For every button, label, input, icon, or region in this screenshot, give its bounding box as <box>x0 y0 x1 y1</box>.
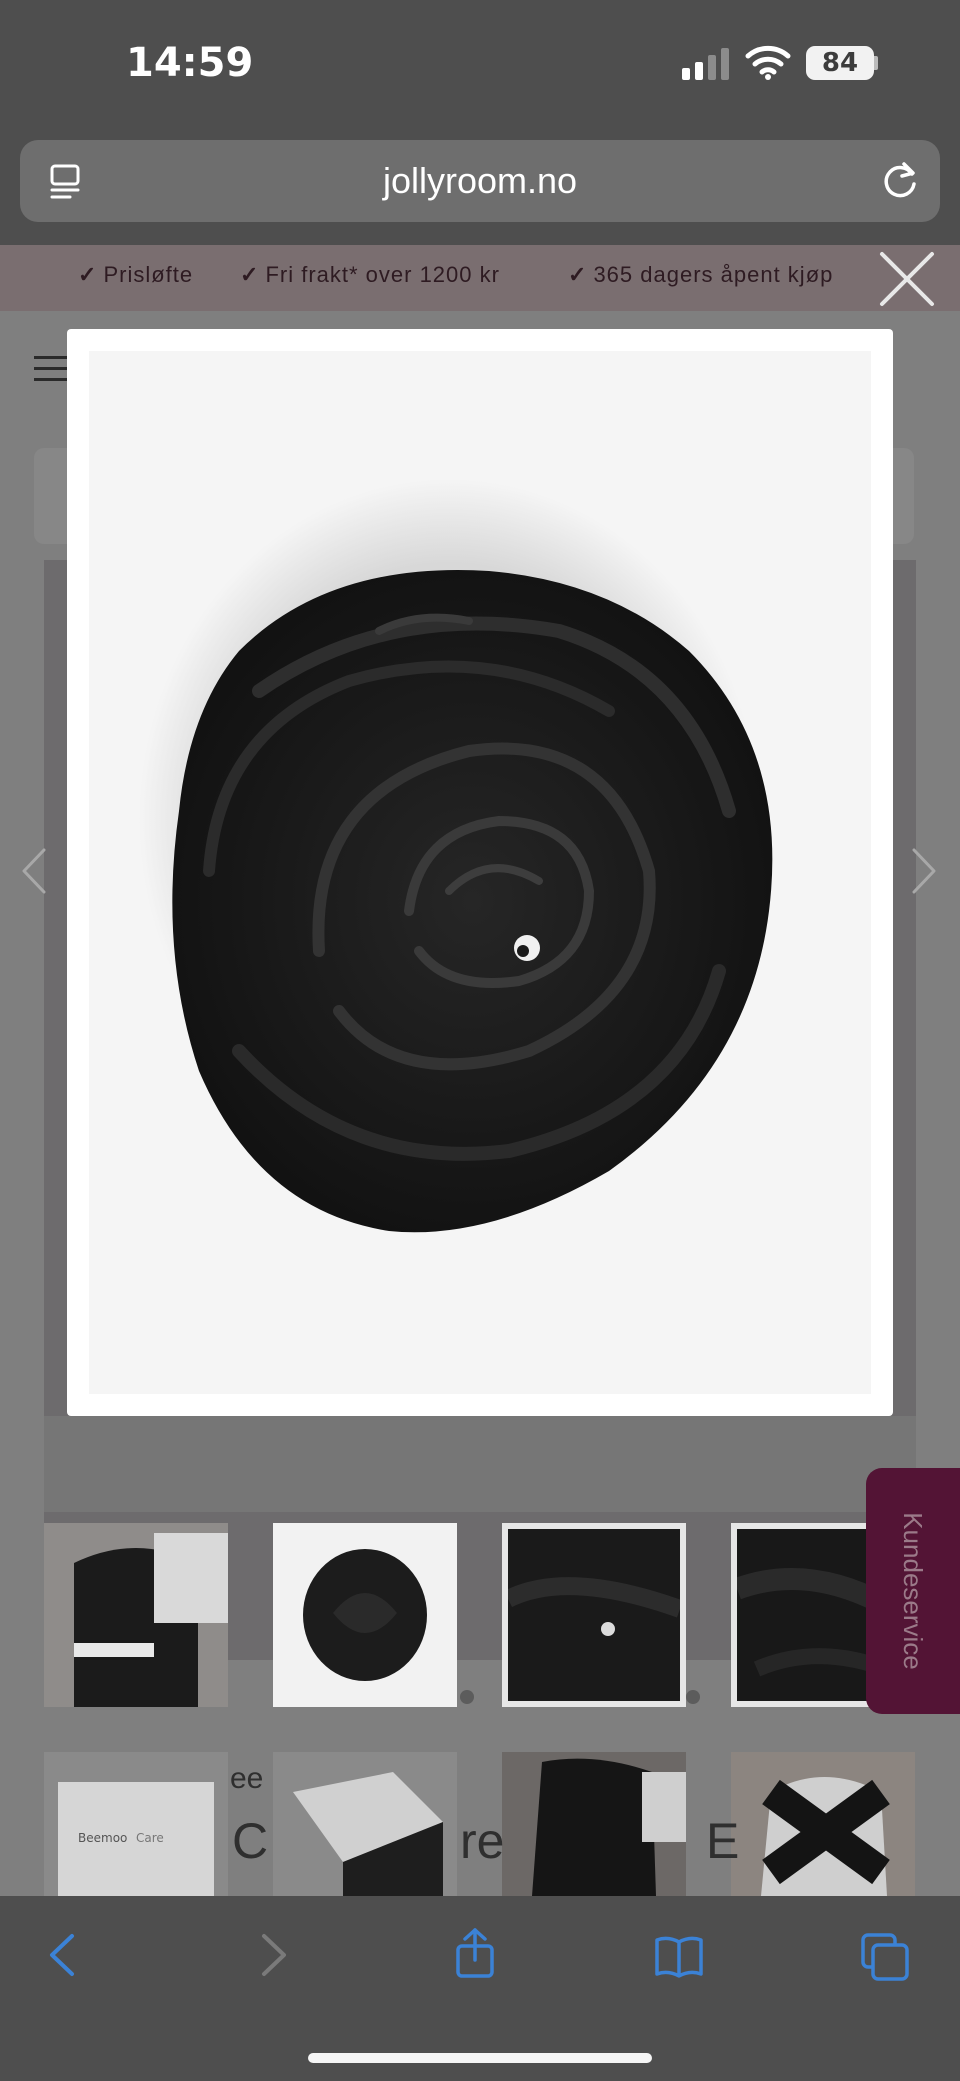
thumbnail-detail-logo[interactable] <box>502 1523 686 1707</box>
thumbnail-image <box>731 1752 915 1896</box>
status-time: 14:59 <box>126 40 254 86</box>
thumbnail-image <box>502 1752 686 1896</box>
thumbnail-image <box>508 1529 680 1701</box>
thumbnail-image: Beemoo Care <box>44 1752 228 1896</box>
thumbnail-carrier-front[interactable] <box>44 1523 228 1707</box>
promo-item-price-promise: ✓ Prisløfte <box>78 262 194 287</box>
thumbnail-rolled-wrap[interactable] <box>273 1523 457 1707</box>
cellular-signal-icon <box>682 48 729 80</box>
thumbnail-image <box>273 1523 457 1707</box>
page-menu-icon[interactable] <box>48 162 84 204</box>
thumbnail-image <box>273 1752 457 1896</box>
thumbnail-product-box-open[interactable] <box>273 1752 457 1896</box>
tabs-overview-icon[interactable] <box>860 1932 910 1982</box>
image-lightbox-modal <box>67 329 893 1416</box>
chevron-right-icon[interactable] <box>910 846 940 896</box>
reload-icon[interactable] <box>878 158 922 202</box>
product-box-brand: Beemoo <box>78 1831 127 1845</box>
bookmarks-icon[interactable] <box>654 1932 704 1982</box>
battery-indicator: 84 <box>806 46 874 80</box>
carousel-dot[interactable] <box>686 1690 700 1704</box>
thumbnail-product-box[interactable]: Beemoo Care <box>44 1752 228 1896</box>
thumbnail-model-back[interactable] <box>731 1752 915 1896</box>
thumbnail-image <box>44 1523 228 1707</box>
thumbnail-model-front[interactable] <box>502 1752 686 1896</box>
product-title-fragment: C <box>232 1813 269 1869</box>
promo-item-free-shipping: ✓ Fri frakt* over 1200 kr <box>240 262 500 287</box>
chevron-left-icon[interactable] <box>18 846 48 896</box>
customer-service-tab[interactable]: Kundeservice <box>866 1468 960 1714</box>
back-icon[interactable] <box>38 1930 88 1980</box>
home-indicator <box>308 2053 652 2063</box>
close-icon[interactable] <box>876 248 938 310</box>
carousel-dot[interactable] <box>460 1690 474 1704</box>
lightbox-image <box>89 351 871 1394</box>
product-box-line: Care <box>136 1831 164 1845</box>
rolled-wrap-image <box>89 351 871 1394</box>
customer-service-label: Kundeservice <box>898 1512 928 1670</box>
product-title-fragment: re <box>460 1813 505 1869</box>
battery-tip <box>874 56 878 70</box>
hamburger-menu-icon <box>34 356 70 381</box>
forward-icon[interactable] <box>248 1930 298 1980</box>
product-title-fragment: E <box>706 1813 740 1869</box>
promo-item-open-purchase: ✓ 365 dagers åpent kjøp <box>568 262 834 287</box>
product-hero-image-band <box>44 1416 916 1512</box>
product-brand-fragment: ee <box>230 1762 264 1795</box>
address-bar-url[interactable]: jollyroom.no <box>20 140 940 222</box>
share-icon[interactable] <box>450 1928 500 1978</box>
wifi-icon <box>745 45 791 80</box>
